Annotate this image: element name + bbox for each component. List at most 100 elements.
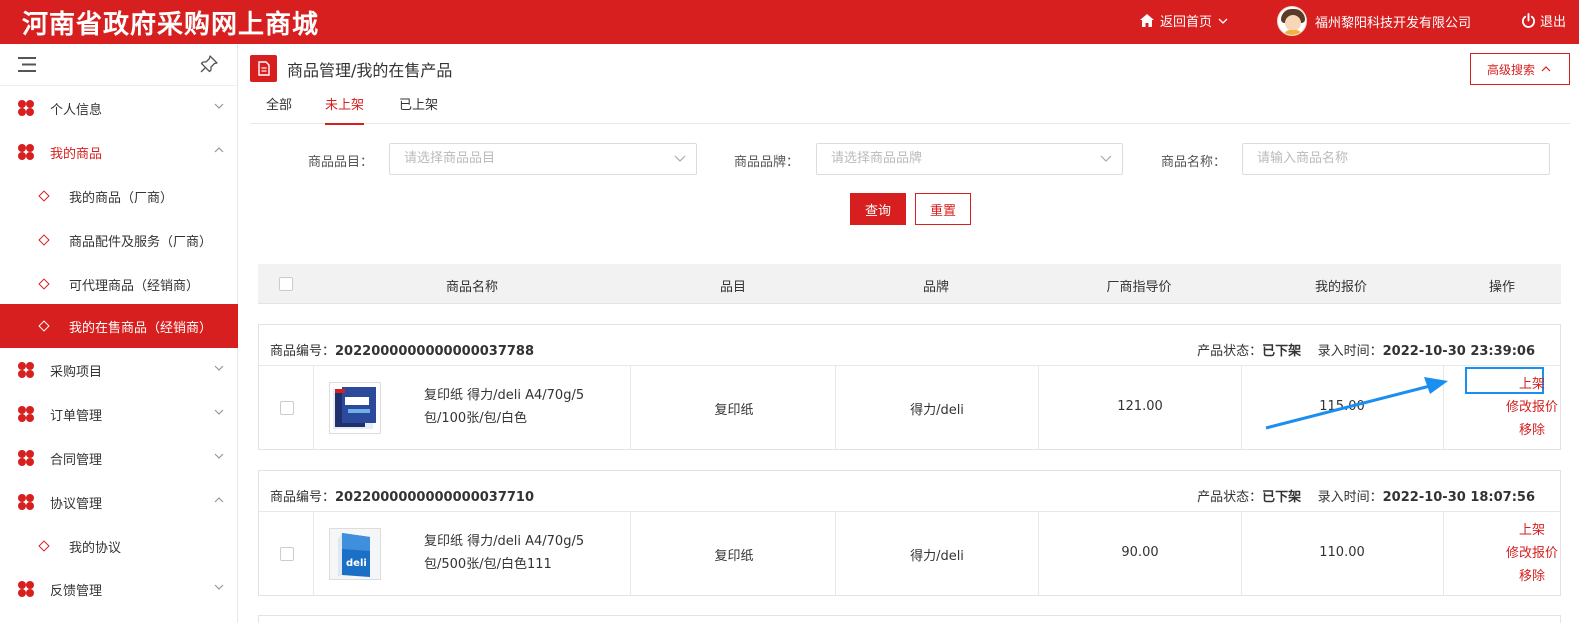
product-image[interactable]: [329, 382, 381, 434]
list-button[interactable]: 上架: [1502, 519, 1562, 538]
table-row: deli 复印纸 得力/deli A4/70g/5 包/500张/包/白色111…: [259, 512, 1560, 596]
reset-button[interactable]: 重置: [915, 193, 971, 225]
page-header: 商品管理/我的在售产品: [250, 55, 452, 82]
product-status: 产品状态：已下架 录入时间：2022-10-30 18:07:56: [1197, 490, 1535, 505]
tab-unlisted[interactable]: 未上架: [325, 94, 365, 125]
chevron-up-icon: [214, 497, 224, 503]
product-card: 商品编号：2022000000000000037788 产品状态：已下架 录入时…: [258, 324, 1561, 450]
clover-icon: [18, 100, 34, 116]
sidebar-item-my-products[interactable]: 我的商品: [0, 130, 238, 174]
sidebar-item-label: 商品配件及服务（厂商）: [69, 234, 213, 250]
chevron-up-icon: [214, 147, 224, 153]
brand-select[interactable]: 请选择商品品牌: [816, 143, 1123, 175]
menu-icon[interactable]: [18, 57, 36, 72]
row-checkbox[interactable]: [280, 547, 294, 561]
product-brand: 得力/deli: [910, 549, 964, 564]
chevron-down-icon: [214, 365, 224, 371]
sidebar-item-label: 我的商品（厂商）: [69, 190, 174, 206]
chevron-down-icon: [1100, 155, 1112, 162]
avatar: [1277, 6, 1307, 36]
sidebar-item-accessories[interactable]: 商品配件及服务（厂商）: [0, 218, 238, 262]
category-select[interactable]: 请选择商品品目: [389, 143, 697, 175]
row-checkbox[interactable]: [280, 401, 294, 415]
sidebar-item-label: 订单管理: [50, 408, 103, 424]
sidebar-item-label: 合同管理: [50, 452, 103, 468]
chevron-down-icon: [214, 409, 224, 415]
company-name: 福州黎阳科技开发有限公司: [1315, 15, 1472, 31]
select-all-checkbox[interactable]: [279, 277, 293, 291]
brand-placeholder: 请选择商品品牌: [831, 151, 923, 166]
sidebar-item-contracts[interactable]: 合同管理: [0, 436, 238, 480]
sidebar-item-agreements[interactable]: 协议管理: [0, 480, 238, 524]
product-name-input[interactable]: 请输入商品名称: [1242, 143, 1550, 175]
advanced-search-button[interactable]: 高级搜索: [1470, 53, 1570, 85]
sidebar-item-agent-products[interactable]: 可代理商品（经销商）: [0, 262, 238, 306]
sidebar-item-label: 可代理商品（经销商）: [69, 278, 200, 294]
brand-label: 商品品牌：: [734, 155, 800, 170]
edit-price-button[interactable]: 修改报价: [1502, 396, 1562, 415]
remove-button[interactable]: 移除: [1502, 565, 1562, 584]
table-row: 复印纸 得力/deli A4/70g/5 包/100张/包/白色 复印纸 得力/…: [259, 366, 1560, 450]
svg-text:deli: deli: [346, 558, 367, 569]
product-image[interactable]: deli: [329, 528, 381, 580]
site-brand[interactable]: 河南省政府采购网上商城: [22, 4, 319, 41]
chevron-down-icon: [674, 155, 686, 162]
sidebar-item-orders[interactable]: 订单管理: [0, 392, 238, 436]
page-title: 商品管理/我的在售产品: [287, 60, 453, 80]
diamond-icon: [38, 320, 50, 332]
product-brand: 得力/deli: [910, 403, 964, 418]
sidebar-item-label: 协议管理: [50, 496, 103, 512]
chevron-down-icon: [1218, 18, 1228, 24]
table-header: 商品名称 品目 品牌 厂商指导价 我的报价 操作: [258, 264, 1561, 304]
product-card-header: 商品编号：2022000000000000037710 产品状态：已下架 录入时…: [259, 471, 1560, 512]
product-status: 产品状态：已下架 录入时间：2022-10-30 23:39:06: [1197, 344, 1535, 359]
column-header: 品牌: [922, 280, 950, 295]
sidebar-item-on-sale-products[interactable]: 我的在售商品（经销商）: [0, 304, 238, 348]
clover-icon: [18, 494, 34, 510]
sidebar-item-profile[interactable]: 个人信息: [0, 86, 238, 130]
tab-listed[interactable]: 已上架: [399, 94, 438, 123]
clover-icon: [18, 450, 34, 466]
remove-button[interactable]: 移除: [1502, 419, 1562, 438]
sidebar-item-label: 我的在售商品（经销商）: [69, 320, 213, 336]
power-icon: [1521, 13, 1536, 28]
sidebar-item-label: 我的协议: [69, 540, 122, 556]
category-label: 商品品目：: [308, 155, 374, 170]
sidebar-item-manufacturer-products[interactable]: 我的商品（厂商）: [0, 174, 238, 218]
chevron-up-icon: [1541, 66, 1551, 72]
sidebar-item-my-agreements[interactable]: 我的协议: [0, 524, 238, 568]
clover-icon: [18, 144, 34, 160]
sidebar-item-feedback[interactable]: 反馈管理: [0, 567, 238, 611]
home-icon: [1140, 14, 1154, 27]
document-icon: [250, 55, 277, 82]
pin-icon[interactable]: [200, 55, 218, 73]
chevron-down-icon: [214, 584, 224, 590]
home-nav[interactable]: 返回首页: [1140, 11, 1228, 30]
product-name[interactable]: 复印纸 得力/deli A4/70g/5 包/500张/包/白色111: [424, 530, 624, 576]
edit-price-button[interactable]: 修改报价: [1502, 542, 1562, 561]
clover-icon: [18, 362, 34, 378]
sidebar-item-label: 个人信息: [50, 102, 103, 118]
query-button[interactable]: 查询: [850, 193, 906, 225]
column-header: 品目: [719, 280, 747, 295]
sidebar-item-label: 反馈管理: [50, 583, 103, 599]
home-label: 返回首页: [1160, 15, 1213, 30]
product-card: 商品编号：2022000000000000037710 产品状态：已下架 录入时…: [258, 470, 1561, 596]
tab-bar: 全部 未上架 已上架: [250, 88, 1570, 125]
guide-price: 90.00: [1121, 545, 1159, 560]
list-button[interactable]: 上架: [1502, 373, 1562, 392]
tab-all[interactable]: 全部: [266, 94, 292, 123]
product-code: 商品编号：2022000000000000037710: [270, 490, 535, 505]
product-card-header: 商品编号：2022000000000000037788 产品状态：已下架 录入时…: [259, 325, 1560, 366]
column-header: 操作: [1488, 280, 1516, 295]
clover-icon: [18, 581, 34, 597]
logout-button[interactable]: 退出: [1521, 11, 1566, 30]
clover-icon: [18, 406, 34, 422]
user-menu[interactable]: 福州黎阳科技开发有限公司: [1277, 6, 1471, 36]
product-name[interactable]: 复印纸 得力/deli A4/70g/5 包/100张/包/白色: [424, 384, 624, 430]
logout-label: 退出: [1540, 15, 1567, 30]
sidebar-item-procurement[interactable]: 采购项目: [0, 348, 238, 392]
product-code: 商品编号：2022000000000000037788: [270, 344, 535, 359]
name-placeholder: 请输入商品名称: [1257, 151, 1349, 166]
name-label: 商品名称：: [1161, 155, 1227, 170]
